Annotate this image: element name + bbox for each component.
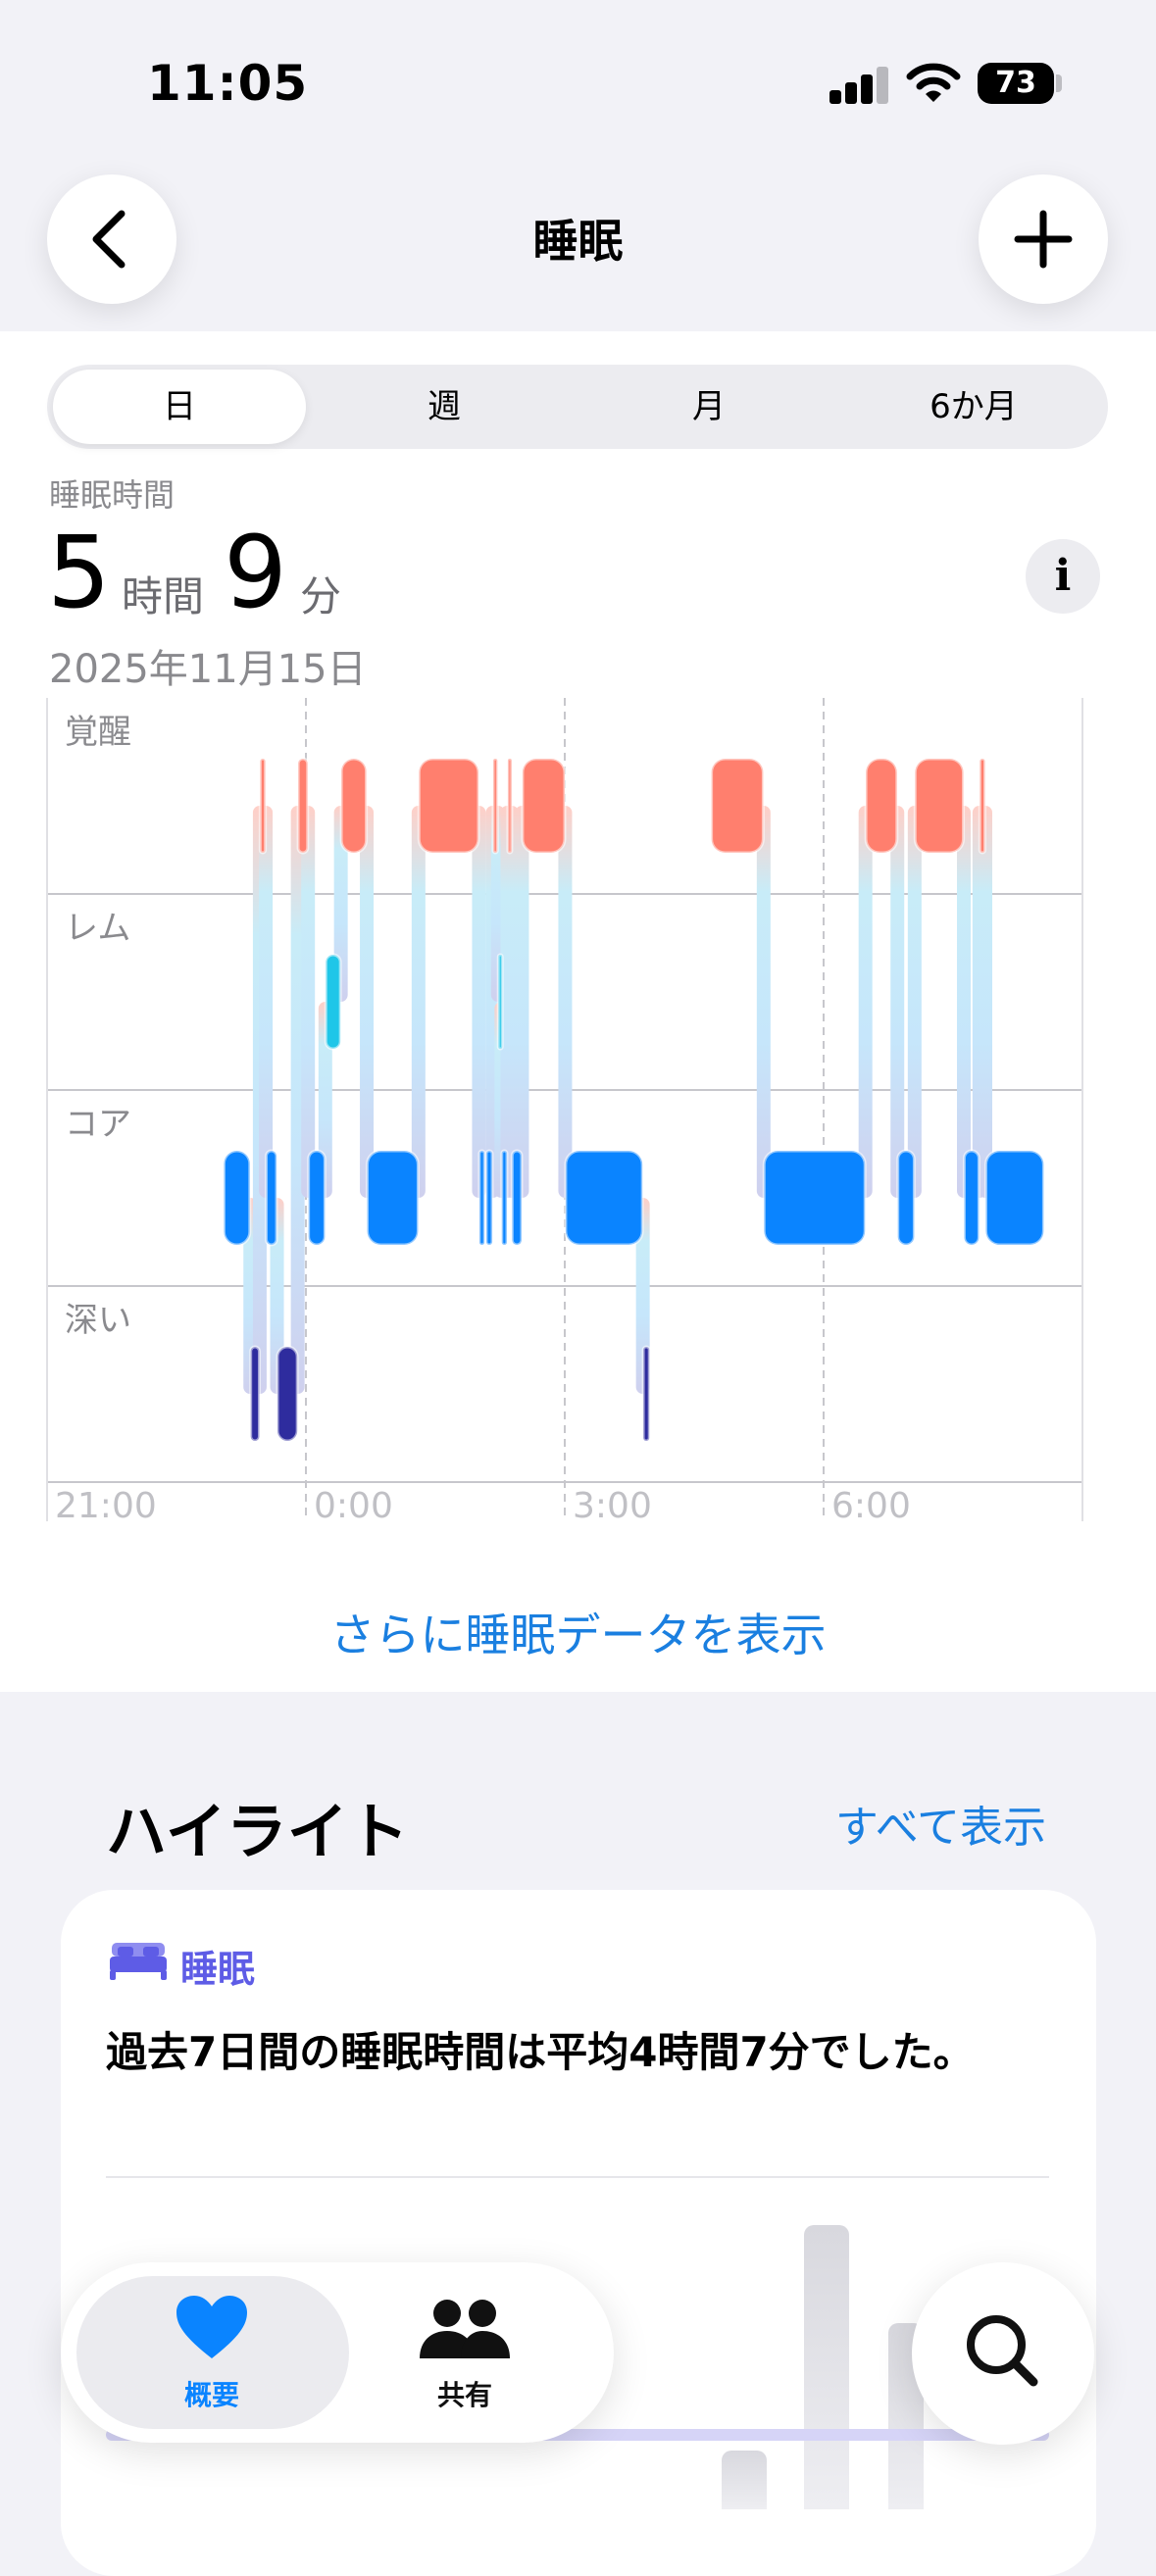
search-button[interactable] [912, 2262, 1094, 2445]
highlight-chart-bar [804, 2225, 849, 2509]
sleep-hours-value: 5 [47, 515, 111, 631]
tab-summary[interactable]: 概要 [114, 2294, 310, 2421]
chart-x-tick-label: 0:00 [314, 1486, 393, 1526]
sleep-segment-bar [265, 1149, 278, 1247]
stage-transition-connector [472, 806, 486, 1198]
sleep-segment-bar [762, 1149, 867, 1247]
stage-transition-connector [979, 806, 992, 1198]
sleep-segment-bar [339, 757, 369, 855]
stage-transition-connector [890, 806, 905, 1198]
chart-x-tick-label: 21:00 [55, 1486, 157, 1526]
sleep-stage-chart: 覚醒レムコア深い 21:00 0:00 3:00 6:00 [46, 698, 1083, 1526]
add-data-button[interactable] [979, 174, 1108, 304]
sleep-segment-bar [249, 1345, 261, 1443]
chart-stage-label: レム [65, 909, 130, 948]
highlight-chart-bar [722, 2451, 767, 2509]
sleep-segment-bar [506, 757, 514, 855]
sleep-segment-bar [307, 1149, 327, 1247]
status-time: 11:05 [147, 55, 309, 112]
segment-month[interactable]: 月 [577, 365, 841, 449]
sleep-minutes-value: 9 [224, 515, 287, 631]
segment-day[interactable]: 日 [47, 365, 312, 449]
chart-stage-label: コア [65, 1105, 131, 1144]
card-divider [106, 2176, 1049, 2178]
tab-sharing[interactable]: 共有 [367, 2294, 563, 2421]
sleep-segment-bar [913, 757, 966, 855]
tab-sharing-label: 共有 [436, 2379, 492, 2411]
stage-transition-connector [858, 806, 873, 1198]
stage-transition-connector [411, 806, 426, 1198]
sleep-segment-bar [510, 1149, 524, 1247]
stage-transition-connector [360, 806, 375, 1198]
sleep-segment-bar [710, 757, 765, 855]
highlight-summary-text: 過去7日間の睡眠時間は平均4時間7分でした。 [106, 2028, 975, 2076]
tab-summary-label: 概要 [183, 2379, 239, 2411]
search-icon [967, 2315, 1038, 2387]
sleep-segment-bar [222, 1149, 252, 1247]
stage-transition-connector [558, 806, 573, 1198]
sleep-segment-bar [864, 757, 899, 855]
sleep-segment-bar [296, 757, 310, 855]
sleep-segment-bar [491, 757, 499, 855]
sleep-segment-bar [496, 953, 504, 1051]
bed-icon [110, 1943, 167, 1980]
sleep-minutes-unit: 分 [300, 572, 342, 620]
chart-stage-label: 覚醒 [65, 713, 131, 752]
chart-x-tick-label: 6:00 [831, 1486, 911, 1526]
stage-transition-connector [301, 806, 316, 1198]
sleep-segment-bar [484, 1149, 494, 1247]
wifi-icon [906, 63, 961, 102]
battery-nub [1056, 74, 1062, 92]
cellular-signal-icon [829, 65, 888, 104]
battery-indicator: 73 [978, 63, 1054, 104]
sleep-segment-bar [564, 1149, 644, 1247]
sleep-segment-bar [896, 1149, 916, 1247]
highlight-category: 睡眠 [180, 1948, 256, 1991]
info-button[interactable]: i [1026, 539, 1100, 614]
highlights-title: ハイライト [106, 1796, 409, 1867]
chart-x-tick-label: 3:00 [573, 1486, 652, 1526]
sleep-segment-bar [500, 1149, 509, 1247]
sleep-segment-bar [324, 953, 342, 1051]
stage-transition-connector [515, 806, 529, 1198]
stage-transition-connector [756, 806, 771, 1198]
highlights-show-all-link[interactable]: すべて表示 [835, 1792, 1046, 1855]
highlight-card[interactable] [61, 1890, 1096, 2576]
sleep-segment-bar [417, 757, 480, 855]
sleep-segment-bar [983, 1149, 1045, 1247]
show-more-sleep-data-link[interactable]: さらに睡眠データを表示 [0, 1600, 1156, 1664]
sleep-segment-bar [521, 757, 567, 855]
stage-transition-connector [259, 806, 274, 1198]
stage-transition-connector [957, 806, 971, 1198]
people-icon [420, 2300, 510, 2358]
sleep-segment-bar [978, 757, 987, 855]
chart-stage-label: 深い [65, 1301, 131, 1340]
segment-week[interactable]: 週 [312, 365, 577, 449]
sleep-segment-bar [962, 1149, 980, 1247]
sleep-segment-bar [258, 757, 268, 855]
heart-icon [176, 2296, 247, 2358]
segment-six-months[interactable]: 6か月 [841, 365, 1106, 449]
sleep-segment-bar [365, 1149, 420, 1247]
stage-transition-connector [907, 806, 922, 1198]
sleep-segment-bar [641, 1345, 651, 1443]
plus-icon [1014, 210, 1073, 269]
sleep-segment-bar [276, 1345, 299, 1443]
sleep-time-label: 睡眠時間 [49, 476, 176, 514]
sleep-hours-unit: 時間 [122, 572, 205, 620]
